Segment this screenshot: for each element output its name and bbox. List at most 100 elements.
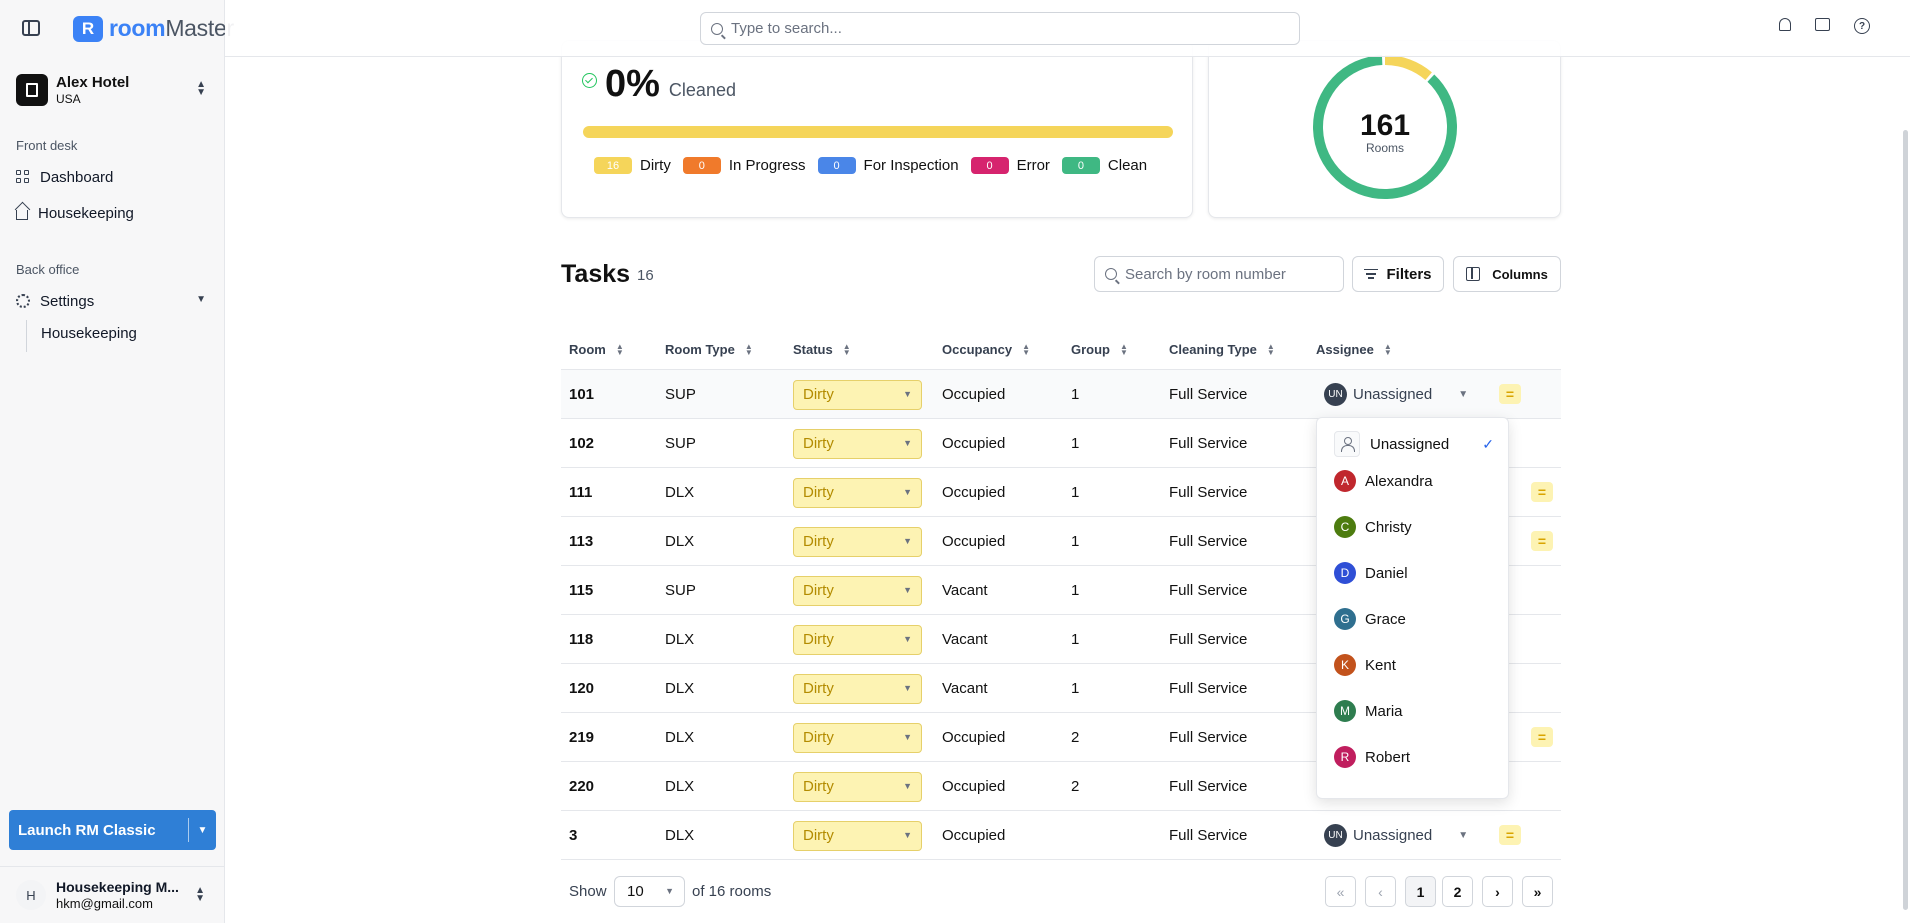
avatar: R (1334, 746, 1356, 768)
bell-icon[interactable] (1779, 18, 1791, 31)
status-select[interactable]: Dirty ▼ (793, 428, 922, 459)
status-legend: 16 Dirty 0 In Progress 0 For Inspection 0 Error… (594, 157, 1159, 174)
legend-label: For Inspection (863, 157, 959, 174)
page-size-select[interactable]: 10 ▼ (614, 876, 685, 907)
sidebar-item-dashboard[interactable]: Dashboard (16, 163, 210, 191)
assignee-option-alexandra[interactable]: A Alexandra (1334, 467, 1494, 495)
col-occupancy[interactable]: Occupancy ▲ ▼ (942, 342, 1030, 357)
scrollbar[interactable] (1902, 130, 1910, 920)
menu-icon[interactable]: = (1499, 384, 1521, 404)
room-type: DLX (665, 533, 695, 550)
chat-icon[interactable] (1815, 18, 1830, 31)
assignee-option-daniel[interactable]: D Daniel (1334, 559, 1494, 587)
room-search-input[interactable]: Search by room number (1094, 256, 1344, 292)
first-page-button[interactable]: « (1325, 876, 1356, 907)
group: 2 (1071, 778, 1080, 795)
status-select[interactable]: Dirty ▼ (793, 575, 922, 606)
col-status[interactable]: Status ▲ ▼ (793, 342, 851, 357)
col-assignee[interactable]: Assignee ▲ ▼ (1316, 342, 1392, 357)
status-select[interactable]: Dirty ▼ (793, 820, 922, 851)
filters-button[interactable]: Filters (1352, 256, 1444, 292)
rooms-total-label: of 16 rooms (692, 883, 772, 900)
check-circle-icon (582, 73, 597, 88)
room-number: 113 (569, 533, 594, 550)
assignee-option-robert[interactable]: R Robert (1334, 743, 1494, 771)
legend-label: Clean (1107, 157, 1148, 174)
home-icon (16, 210, 28, 220)
group: 1 (1071, 435, 1080, 452)
sidebar-toggle-icon[interactable] (22, 20, 40, 36)
legend-count-badge: 0 (970, 157, 1009, 174)
status-cell: Dirty ▼ (793, 517, 922, 566)
progress-bar (583, 126, 1173, 138)
table-row[interactable]: 101 SUP Dirty ▼ Occupied 1 Full Service UN Unass… (561, 370, 1561, 419)
col-cleaning-type[interactable]: Cleaning Type ▲ ▼ (1169, 342, 1275, 357)
status-select[interactable]: Dirty ▼ (793, 379, 922, 410)
status-select[interactable]: Dirty ▼ (793, 624, 922, 655)
group: 2 (1071, 729, 1080, 746)
sidebar-subitem-housekeeping[interactable]: Housekeeping (41, 319, 201, 347)
menu-icon[interactable]: = (1531, 482, 1553, 502)
menu-icon[interactable]: = (1531, 531, 1553, 551)
chevron-down-icon: ▼ (1458, 830, 1469, 841)
next-page-button[interactable]: › (1482, 876, 1513, 907)
launch-rm-classic-button[interactable]: Launch RM Classic ▼ (9, 810, 216, 850)
sidebar-item-housekeeping[interactable]: Housekeeping (16, 199, 210, 227)
assignee-cell[interactable]: UN Unassigned ▼ (1324, 370, 1468, 419)
help-icon[interactable]: ? (1854, 18, 1870, 34)
global-search-input[interactable]: Type to search... (700, 12, 1300, 45)
prev-page-button[interactable]: ‹ (1365, 876, 1396, 907)
col-group[interactable]: Group ▲ ▼ (1071, 342, 1128, 357)
page-2-button[interactable]: 2 (1442, 876, 1473, 907)
sidebar-item-settings[interactable]: Settings ▼ (16, 287, 210, 315)
occupancy: Occupied (942, 484, 1006, 501)
col-room-type[interactable]: Room Type ▲ ▼ (665, 342, 753, 357)
table-row[interactable]: 3 DLX Dirty ▼ Occupied Full Service UN Unassign… (561, 811, 1561, 860)
status-cell: Dirty ▼ (793, 664, 922, 713)
hotel-name: Alex Hotel (56, 73, 130, 91)
option-label: Kent (1365, 656, 1396, 674)
room-number: 101 (569, 386, 595, 403)
assignee-option-kent[interactable]: K Kent (1334, 651, 1494, 679)
user-menu[interactable]: H Housekeeping M... hkm@gmail.com ▲ ▼ (0, 866, 225, 923)
group: 1 (1071, 386, 1080, 403)
room-type: SUP (665, 435, 696, 452)
status-select[interactable]: Dirty ▼ (793, 771, 922, 802)
room-number: 118 (569, 631, 594, 648)
sidebar-item-label: Settings (40, 292, 95, 310)
legend-label: Error (1016, 157, 1050, 174)
status-select[interactable]: Dirty ▼ (793, 722, 922, 753)
launch-chevron-down-icon[interactable]: ▼ (188, 818, 216, 842)
status-select[interactable]: Dirty ▼ (793, 526, 922, 557)
status-value: Dirty (803, 533, 834, 550)
chevron-down-icon: ▼ (903, 584, 912, 595)
rooms-label: Rooms (1366, 141, 1404, 155)
assignee-option-unassigned[interactable]: Unassigned ✓ (1334, 430, 1494, 458)
avatar: D (1334, 562, 1356, 584)
tasks-title: Tasks (561, 260, 631, 288)
status-select[interactable]: Dirty ▼ (793, 673, 922, 704)
assignee-option-maria[interactable]: M Maria (1334, 697, 1494, 725)
occupancy: Vacant (942, 631, 988, 648)
group: 1 (1071, 680, 1080, 697)
chevron-updown-icon: ▲ ▼ (196, 79, 206, 98)
page-1-button[interactable]: 1 (1405, 876, 1436, 907)
status-cell: Dirty ▼ (793, 811, 922, 860)
assignee-option-christy[interactable]: C Christy (1334, 513, 1494, 541)
filter-icon (1364, 269, 1379, 279)
columns-button[interactable]: Columns (1453, 256, 1561, 292)
hotel-switcher[interactable]: Alex Hotel USA ▲ ▼ (16, 72, 210, 108)
menu-icon[interactable]: = (1531, 727, 1553, 747)
col-room[interactable]: Room ▲ ▼ (569, 342, 624, 357)
room-type: DLX (665, 680, 695, 697)
occupancy: Vacant (942, 680, 988, 697)
last-page-button[interactable]: » (1522, 876, 1553, 907)
assignee-option-grace[interactable]: G Grace (1334, 605, 1494, 633)
avatar: K (1334, 654, 1356, 676)
status-select[interactable]: Dirty ▼ (793, 477, 922, 508)
room-type: SUP (665, 386, 696, 403)
status-cell: Dirty ▼ (793, 419, 922, 468)
user-name: Housekeeping M... (56, 878, 179, 895)
assignee-cell[interactable]: UN Unassigned ▼ (1324, 811, 1468, 860)
menu-icon[interactable]: = (1499, 825, 1521, 845)
